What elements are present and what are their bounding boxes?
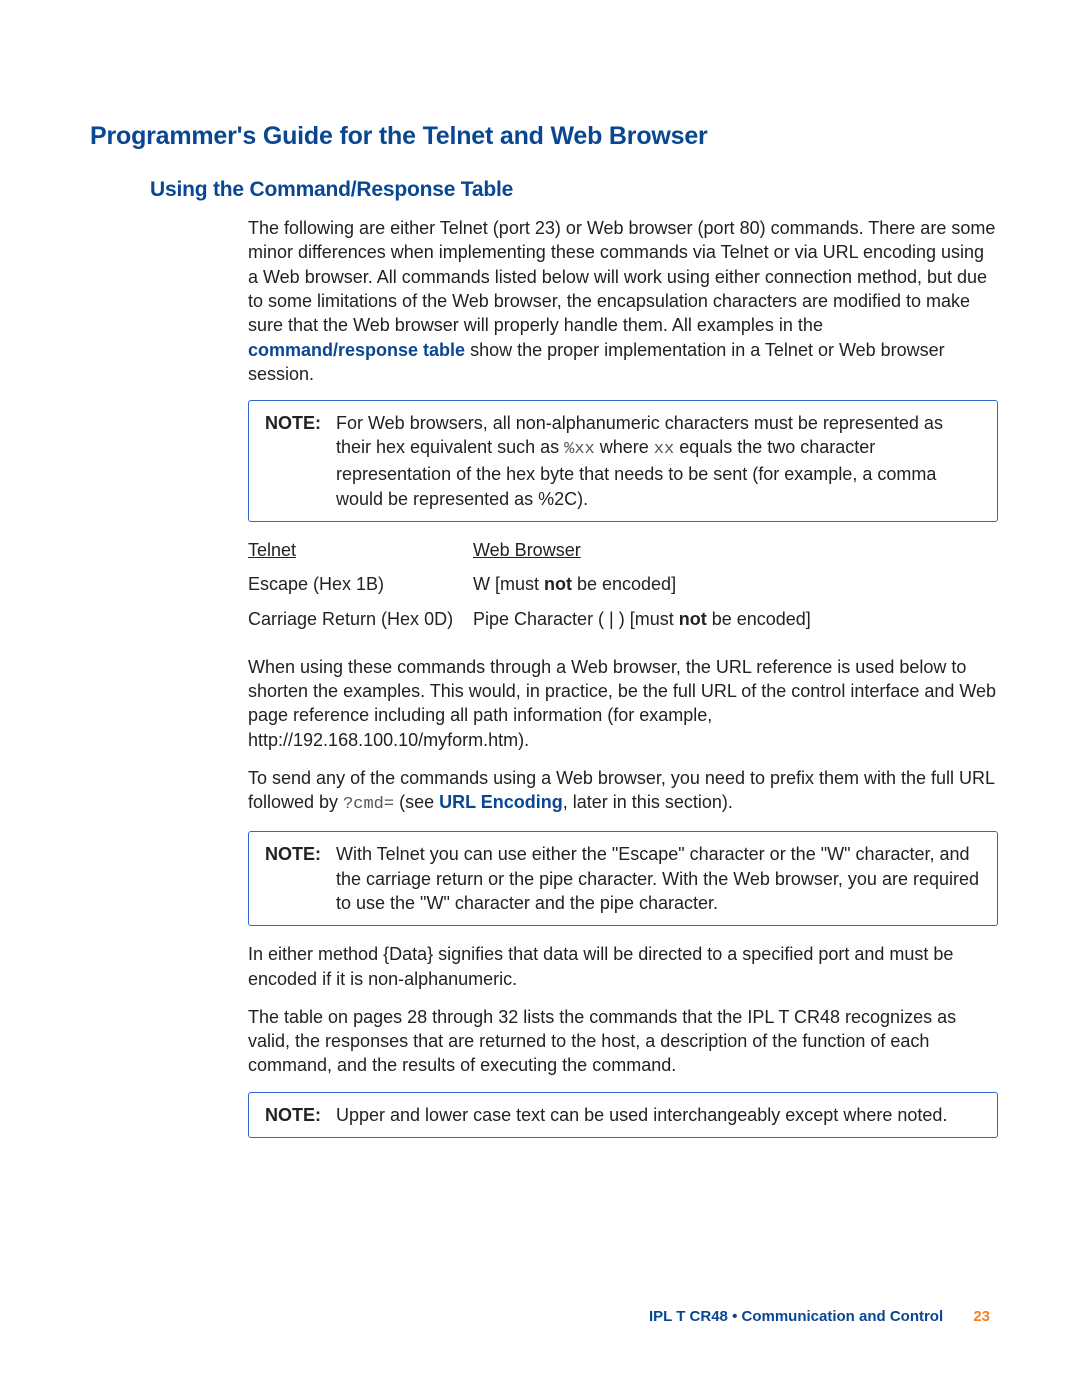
body-paragraph: The table on pages 28 through 32 lists t… xyxy=(248,1005,998,1078)
body-text: The following are either Telnet (port 23… xyxy=(248,218,995,335)
footer-text: IPL T CR48 • Communication and Control xyxy=(649,1308,943,1325)
table-cell: W [must not be encoded] xyxy=(473,572,998,596)
document-page: Programmer's Guide for the Telnet and We… xyxy=(0,0,1080,1397)
table-cell: Pipe Character ( | ) [must not be encode… xyxy=(473,607,998,631)
note-text: With Telnet you can use either the "Esca… xyxy=(336,842,981,915)
section-title: Programmer's Guide for the Telnet and We… xyxy=(90,120,990,154)
body-paragraph: When using these commands through a Web … xyxy=(248,655,998,752)
note-text: Upper and lower case text can be used in… xyxy=(336,1103,981,1127)
column-header-telnet: Telnet xyxy=(248,538,473,562)
telnet-column: Telnet Escape (Hex 1B) Carriage Return (… xyxy=(248,538,473,641)
body-paragraph: In either method {Data} signifies that d… xyxy=(248,942,998,991)
note-box-1: NOTE: For Web browsers, all non-alphanum… xyxy=(248,400,998,522)
note-label: NOTE: xyxy=(265,842,336,915)
note-label: NOTE: xyxy=(265,1103,336,1127)
code-text: ?cmd= xyxy=(343,795,394,814)
code-text: %xx xyxy=(564,440,595,459)
page-footer: IPL T CR48 • Communication and Control 2… xyxy=(649,1307,990,1327)
body-text: not xyxy=(544,574,572,594)
web-column: Web Browser W [must not be encoded] Pipe… xyxy=(473,538,998,641)
link-url-encoding[interactable]: URL Encoding xyxy=(439,792,563,812)
body-paragraph: To send any of the commands using a Web … xyxy=(248,766,998,817)
body-text: not xyxy=(679,609,707,629)
link-command-response-table[interactable]: command/response table xyxy=(248,340,465,360)
body-text: be encoded] xyxy=(572,574,676,594)
table-cell: Carriage Return (Hex 0D) xyxy=(248,607,473,631)
note-box-2: NOTE: With Telnet you can use either the… xyxy=(248,831,998,926)
page-number: 23 xyxy=(973,1308,990,1325)
comparison-table: Telnet Escape (Hex 1B) Carriage Return (… xyxy=(248,538,998,641)
note-text: For Web browsers, all non-alphanumeric c… xyxy=(336,411,981,511)
body-text: Pipe Character ( | ) [must xyxy=(473,609,679,629)
intro-paragraph: The following are either Telnet (port 23… xyxy=(248,216,998,386)
body-text: (see xyxy=(394,792,439,812)
subsection-title: Using the Command/Response Table xyxy=(150,176,990,204)
column-header-web: Web Browser xyxy=(473,538,998,562)
code-text: xx xyxy=(654,440,674,459)
body-text: , later in this section). xyxy=(563,792,733,812)
body-column: The following are either Telnet (port 23… xyxy=(248,216,998,1138)
body-text: W [must xyxy=(473,574,544,594)
body-text: where xyxy=(595,437,654,457)
body-text: be encoded] xyxy=(707,609,811,629)
note-label: NOTE: xyxy=(265,411,336,511)
note-box-3: NOTE: Upper and lower case text can be u… xyxy=(248,1092,998,1138)
table-cell: Escape (Hex 1B) xyxy=(248,572,473,596)
